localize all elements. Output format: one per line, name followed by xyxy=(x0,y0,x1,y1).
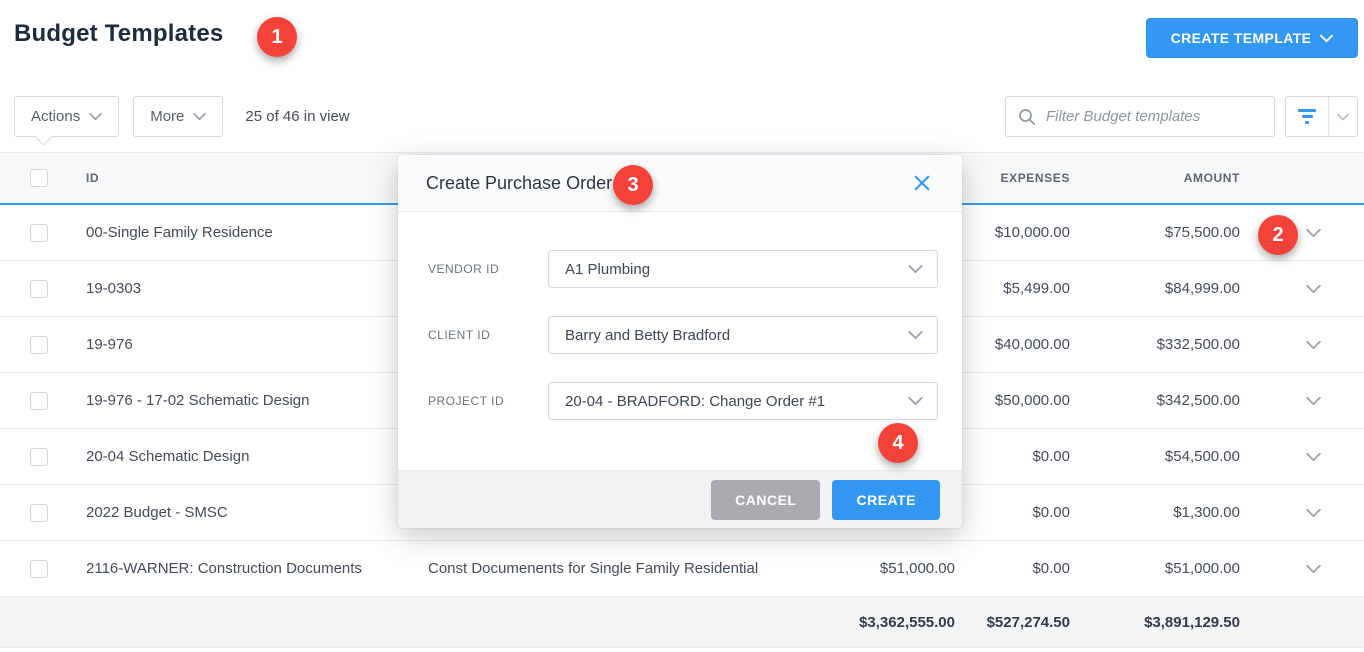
row-expenses: $50,000.00 xyxy=(955,392,1070,409)
create-template-button[interactable]: CREATE TEMPLATE xyxy=(1146,18,1358,58)
create-template-label: CREATE TEMPLATE xyxy=(1171,30,1312,46)
row-checkbox[interactable] xyxy=(30,504,48,522)
chevron-down-icon xyxy=(908,330,923,340)
column-header-id: ID xyxy=(78,171,408,185)
row-checkbox[interactable] xyxy=(30,560,48,578)
cancel-button[interactable]: CANCEL xyxy=(711,480,820,520)
row-expand-chevron-icon[interactable] xyxy=(1306,396,1321,406)
more-label: More xyxy=(150,108,184,125)
row-budget: $51,000.00 xyxy=(790,560,955,577)
row-amount: $54,500.00 xyxy=(1070,448,1240,465)
project-id-field: PROJECT ID 20-04 - BRADFORD: Change Orde… xyxy=(428,382,938,420)
row-amount: $75,500.00 xyxy=(1070,224,1240,241)
chevron-down-icon xyxy=(193,112,206,121)
vendor-id-label: VENDOR ID xyxy=(428,262,548,276)
row-expenses: $40,000.00 xyxy=(955,336,1070,353)
row-amount: $342,500.00 xyxy=(1070,392,1240,409)
annotation-badge-2: 2 xyxy=(1258,215,1298,255)
row-expand-chevron-icon[interactable] xyxy=(1306,452,1321,462)
toolbar-right xyxy=(1005,96,1358,137)
row-checkbox[interactable] xyxy=(30,224,48,242)
row-checkbox[interactable] xyxy=(30,280,48,298)
row-amount: $51,000.00 xyxy=(1070,560,1240,577)
row-description: Const Documenents for Single Family Resi… xyxy=(408,560,790,577)
project-id-label: PROJECT ID xyxy=(428,394,548,408)
row-id: 20-04 Schematic Design xyxy=(78,448,408,465)
row-amount: $332,500.00 xyxy=(1070,336,1240,353)
row-expenses: $5,499.00 xyxy=(955,280,1070,297)
project-id-value: 20-04 - BRADFORD: Change Order #1 xyxy=(565,393,825,410)
row-checkbox[interactable] xyxy=(30,448,48,466)
column-header-amount: AMOUNT xyxy=(1070,171,1240,185)
actions-dropdown-tail xyxy=(34,127,52,145)
modal-header: Create Purchase Order xyxy=(398,155,962,212)
row-expand-chevron-icon[interactable] xyxy=(1306,508,1321,518)
vendor-id-value: A1 Plumbing xyxy=(565,261,650,278)
budget-templates-page: Budget Templates CREATE TEMPLATE Actions… xyxy=(0,0,1364,652)
select-all-checkbox[interactable] xyxy=(30,169,48,187)
row-expenses: $10,000.00 xyxy=(955,224,1070,241)
chevron-down-icon xyxy=(89,112,102,121)
filter-dropdown-button[interactable] xyxy=(1329,97,1357,136)
project-id-select[interactable]: 20-04 - BRADFORD: Change Order #1 xyxy=(548,382,938,420)
row-expand-chevron-icon[interactable] xyxy=(1306,228,1321,238)
filter-split-button xyxy=(1285,96,1358,137)
more-button[interactable]: More xyxy=(133,96,223,137)
close-icon xyxy=(914,175,930,191)
row-id: 2022 Budget - SMSC xyxy=(78,504,408,521)
actions-label: Actions xyxy=(31,108,80,125)
total-budget: $3,362,555.00 xyxy=(790,614,955,631)
filter-lines-icon xyxy=(1298,109,1316,124)
client-id-select[interactable]: Barry and Betty Bradford xyxy=(548,316,938,354)
row-id: 00-Single Family Residence xyxy=(78,224,408,241)
toolbar: Actions More 25 of 46 in view xyxy=(14,96,1358,137)
annotation-badge-4: 4 xyxy=(878,423,918,463)
row-expenses: $0.00 xyxy=(955,560,1070,577)
row-id: 19-976 - 17-02 Schematic Design xyxy=(78,392,408,409)
chevron-down-icon xyxy=(908,264,923,274)
client-id-value: Barry and Betty Bradford xyxy=(565,327,730,344)
column-header-expenses: EXPENSES xyxy=(955,171,1070,185)
chevron-down-icon xyxy=(1337,113,1349,121)
client-id-label: CLIENT ID xyxy=(428,328,548,342)
row-expenses: $0.00 xyxy=(955,504,1070,521)
create-button[interactable]: CREATE xyxy=(832,480,940,520)
row-expand-chevron-icon[interactable] xyxy=(1306,564,1321,574)
row-id: 2116-WARNER: Construction Documents xyxy=(78,560,408,577)
row-amount: $84,999.00 xyxy=(1070,280,1240,297)
actions-button[interactable]: Actions xyxy=(14,96,119,137)
table-row: 2116-WARNER: Construction Documents Cons… xyxy=(0,541,1364,597)
modal-title: Create Purchase Order xyxy=(426,173,612,194)
view-count-text: 25 of 46 in view xyxy=(245,108,349,125)
client-id-field: CLIENT ID Barry and Betty Bradford xyxy=(428,316,938,354)
row-amount: $1,300.00 xyxy=(1070,504,1240,521)
vendor-id-field: VENDOR ID A1 Plumbing xyxy=(428,250,938,288)
row-id: 19-976 xyxy=(78,336,408,353)
row-checkbox[interactable] xyxy=(30,336,48,354)
row-checkbox[interactable] xyxy=(30,392,48,410)
vendor-id-select[interactable]: A1 Plumbing xyxy=(548,250,938,288)
search-icon xyxy=(1018,108,1036,126)
filter-input[interactable] xyxy=(1006,97,1274,136)
create-purchase-order-modal: Create Purchase Order VENDOR ID A1 Plumb… xyxy=(398,155,962,528)
total-amount: $3,891,129.50 xyxy=(1070,614,1240,631)
chevron-down-icon xyxy=(908,396,923,406)
row-expenses: $0.00 xyxy=(955,448,1070,465)
filter-button[interactable] xyxy=(1286,97,1329,136)
page-title: Budget Templates xyxy=(14,20,223,48)
modal-footer: CANCEL CREATE xyxy=(398,470,962,528)
table-totals-row: $3,362,555.00 $527,274.50 $3,891,129.50 xyxy=(0,597,1364,648)
annotation-badge-3: 3 xyxy=(613,165,653,205)
row-expand-chevron-icon[interactable] xyxy=(1306,284,1321,294)
close-button[interactable] xyxy=(910,171,934,195)
row-expand-chevron-icon[interactable] xyxy=(1306,340,1321,350)
row-id: 19-0303 xyxy=(78,280,408,297)
chevron-down-icon xyxy=(1320,34,1333,43)
total-expenses: $527,274.50 xyxy=(955,614,1070,631)
filter-input-wrap xyxy=(1005,96,1275,137)
annotation-badge-1: 1 xyxy=(257,17,297,57)
